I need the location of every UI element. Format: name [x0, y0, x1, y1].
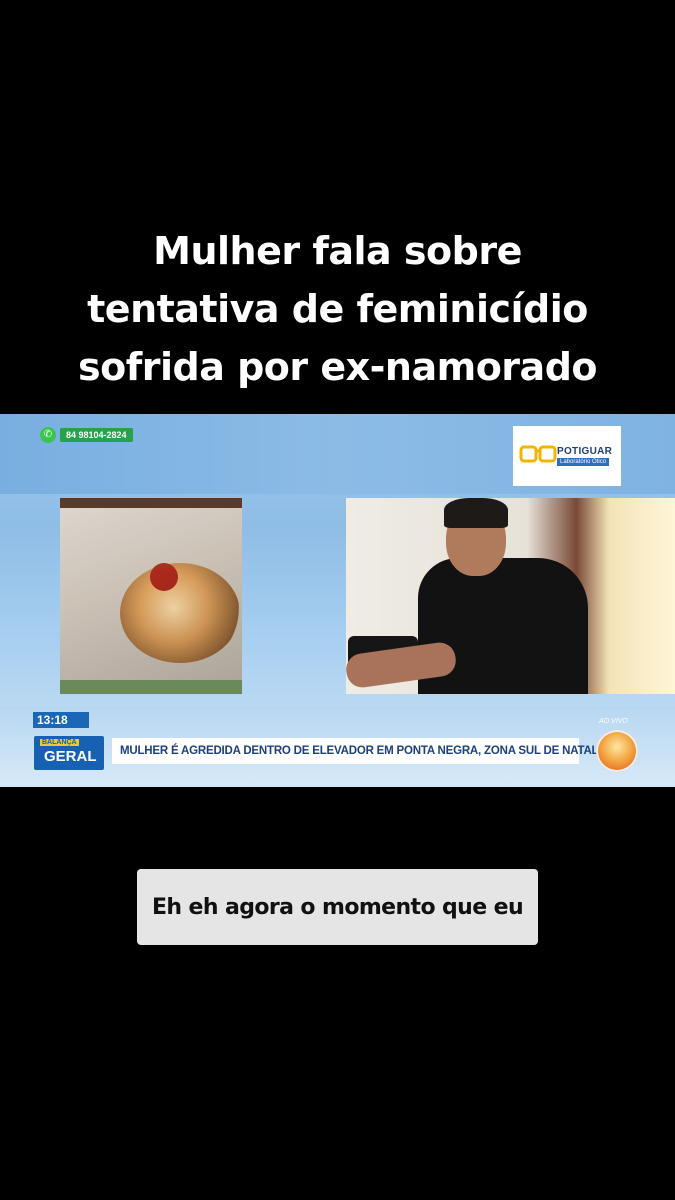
- reporter-hair: [444, 498, 508, 528]
- show-logo-bottom: GERAL: [44, 748, 97, 765]
- caption-subtitle: Eh eh agora o momento que eu: [137, 869, 538, 945]
- lower-third: 13:18 BALANÇA GERAL MULHER É AGREDIDA DE…: [0, 706, 675, 786]
- show-logo: BALANÇA GERAL: [34, 736, 104, 770]
- glasses-icon: [519, 445, 557, 463]
- footage-bottom-bar: [60, 680, 242, 694]
- news-ticker: MULHER É AGREDIDA DENTRO DE ELEVADOR EM …: [112, 738, 599, 764]
- reporter-camera-panel: [346, 498, 675, 694]
- whatsapp-phone-badge: ✆ 84 98104-2824: [40, 426, 133, 444]
- sponsor-name: POTIGUAR: [557, 446, 613, 457]
- tv-broadcast-frame: ✆ 84 98104-2824 POTIGUAR Laboratório Óti…: [0, 414, 675, 787]
- sponsor-tagline: Laboratório Ótico: [557, 458, 610, 466]
- sponsor-logo: POTIGUAR Laboratório Ótico: [513, 426, 621, 486]
- live-label: AO VIVO: [599, 718, 628, 725]
- broadcast-time: 13:18: [33, 712, 89, 728]
- phone-number: 84 98104-2824: [60, 428, 133, 442]
- headline-line-2: tentativa de feminicídio: [87, 287, 588, 331]
- footage-glare: [60, 508, 242, 694]
- sun-channel-logo-icon: [596, 730, 638, 772]
- whatsapp-icon: ✆: [40, 427, 56, 443]
- video-headline: Mulher fala sobre tentativa de feminicíd…: [20, 222, 655, 396]
- show-logo-top: BALANÇA: [40, 739, 79, 746]
- headline-line-3: sofrida por ex-namorado: [77, 345, 598, 389]
- headline-line-1: Mulher fala sobre: [153, 229, 522, 273]
- elevator-footage-panel: [60, 498, 242, 694]
